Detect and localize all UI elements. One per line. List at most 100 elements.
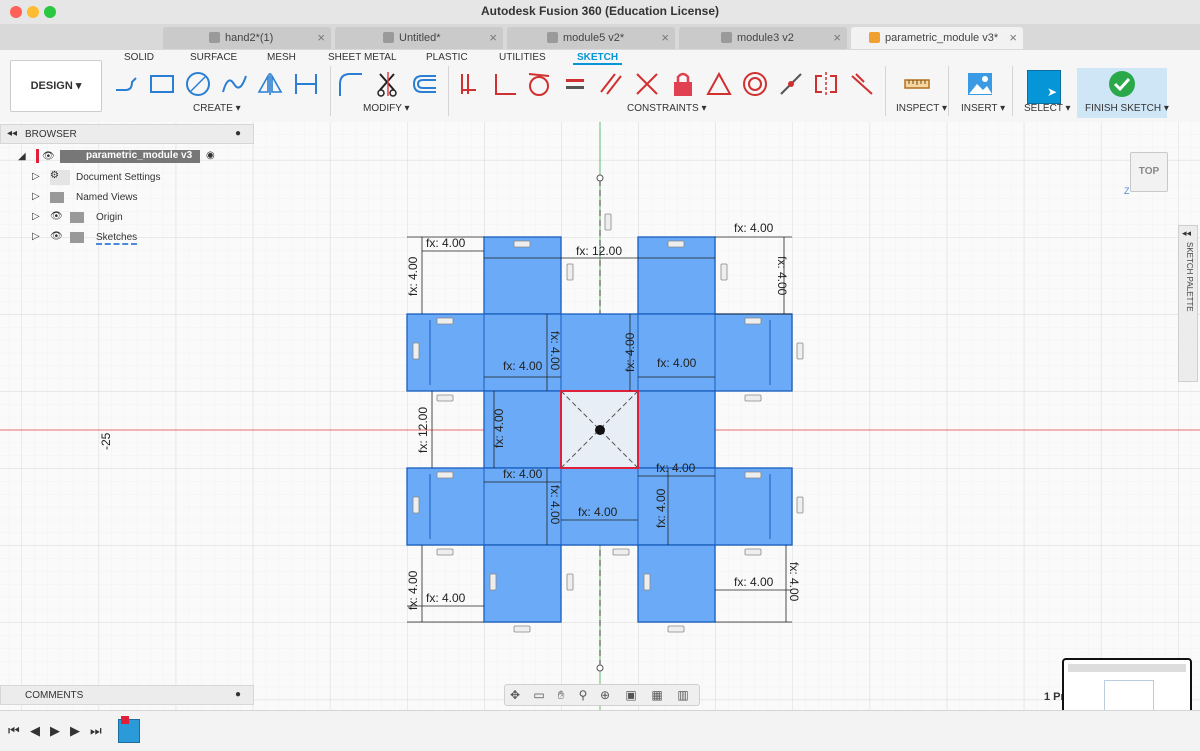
tab-module5[interactable]: module5 v2* × [507, 27, 675, 49]
select-menu[interactable]: SELECT ▾ [1024, 103, 1071, 114]
spline-tool-icon[interactable] [220, 70, 248, 98]
expand-arrow-icon[interactable]: ▷ [32, 231, 40, 242]
sketch-profile[interactable] [406, 313, 793, 392]
insert-menu[interactable]: INSERT ▾ [961, 103, 1005, 114]
circle-tool-icon[interactable] [184, 70, 212, 98]
ribbon-tab-utilities[interactable]: UTILITIES [499, 52, 546, 63]
ribbon-tab-mesh[interactable]: MESH [267, 52, 296, 63]
constraints-menu[interactable]: CONSTRAINTS ▾ [627, 103, 706, 114]
dimension-label[interactable]: fx: 4.00 [657, 356, 697, 370]
dimension-label[interactable]: fx: 4.00 [406, 256, 420, 296]
sketch-dimension-icon[interactable] [292, 70, 320, 98]
panel-options-icon[interactable]: ● [235, 128, 241, 139]
expand-arrow-icon[interactable]: ▷ [32, 211, 40, 222]
display-settings-icon[interactable]: ▣ [623, 687, 639, 703]
orbit-icon[interactable]: ✥ [507, 687, 523, 703]
expand-arrow-icon[interactable]: ▷ [32, 171, 40, 182]
browser-root-item[interactable]: ◢ 👁︎ parametric_module v3 ◉ [16, 149, 236, 167]
tab-parametric-module[interactable]: parametric_module v3* × [851, 27, 1023, 49]
grid-settings-icon[interactable]: ▦ [649, 687, 665, 703]
sketch-canvas[interactable]: fx: 4.00 fx: 4.00 fx: 12.00 fx: 4.00 fx:… [0, 122, 1200, 710]
dimension-label[interactable]: fx: 4.00 [548, 331, 562, 371]
measure-tool-icon[interactable] [903, 70, 931, 98]
dimension-label[interactable]: fx: 4.00 [492, 408, 506, 448]
ribbon-tab-solid[interactable]: SOLID [124, 52, 154, 63]
browser-header[interactable]: ◂◂ BROWSER ● [0, 124, 254, 144]
dimension-label[interactable]: fx: 4.00 [623, 332, 637, 372]
fit-window-icon[interactable]: ⊕ [597, 687, 613, 703]
dimension-label[interactable]: fx: 4.00 [406, 570, 420, 610]
step-forward-icon[interactable]: ▶ [70, 723, 80, 739]
expand-arrow-icon[interactable]: ◢ [18, 151, 26, 162]
parallel-constraint-icon[interactable] [597, 70, 625, 98]
visibility-eye-icon[interactable]: 👁︎ [50, 231, 63, 242]
dimension-label[interactable]: fx: 4.00 [426, 591, 466, 605]
visibility-eye-off-icon[interactable]: 👁︎ [50, 211, 63, 222]
dimension-label[interactable]: fx: 4.00 [775, 256, 789, 296]
view-cube[interactable]: TOP Z [1124, 150, 1168, 196]
activate-radio-icon[interactable]: ◉ [206, 150, 215, 161]
timeline-sketch-feature[interactable] [118, 716, 140, 743]
viewports-icon[interactable]: ▥ [675, 687, 691, 703]
go-to-end-icon[interactable]: ⏭ [90, 723, 102, 739]
collinear-constraint-icon[interactable] [777, 70, 805, 98]
tab-hand2[interactable]: hand2*(1) × [163, 27, 331, 49]
timeline-marker-icon[interactable] [121, 716, 129, 724]
visibility-eye-icon[interactable]: 👁︎ [42, 151, 55, 162]
dimension-label[interactable]: fx: 12.00 [416, 407, 430, 453]
trim-tool-icon[interactable] [374, 70, 402, 98]
equal-constraint-icon[interactable] [561, 70, 589, 98]
tab-untitled[interactable]: Untitled* × [335, 27, 503, 49]
sketch-profile[interactable] [637, 236, 716, 315]
dimension-label[interactable]: fx: 4.00 [654, 488, 668, 528]
dimension-label[interactable]: fx: 12.00 [576, 244, 622, 258]
close-tab-icon[interactable]: × [1009, 30, 1017, 45]
ribbon-tab-plastic[interactable]: PLASTIC [426, 52, 468, 63]
step-back-icon[interactable]: ◀ [30, 723, 40, 739]
fix-constraint-icon[interactable] [669, 70, 697, 98]
root-component-label[interactable]: parametric_module v3 [60, 150, 200, 163]
construction-endpoint[interactable] [596, 664, 604, 672]
expand-arrow-icon[interactable]: ▷ [32, 191, 40, 202]
perpendicular-constraint-icon[interactable] [633, 70, 661, 98]
tab-module3[interactable]: module3 v2 × [679, 27, 847, 49]
line-tool-icon[interactable] [112, 70, 140, 98]
ribbon-tab-surface[interactable]: SURFACE [190, 52, 237, 63]
design-canvas[interactable]: fx: 4.00 fx: 4.00 fx: 12.00 fx: 4.00 fx:… [0, 122, 1200, 710]
dimension-label[interactable]: fx: 4.00 [503, 359, 543, 373]
coincident-constraint-icon[interactable] [490, 70, 518, 98]
collapse-panel-icon[interactable]: ◂◂ [7, 128, 17, 139]
sketch-origin-point[interactable] [595, 425, 605, 435]
dimension-label[interactable]: fx: 4.00 [548, 485, 562, 525]
add-comment-icon[interactable]: ● [235, 689, 241, 700]
curvature-constraint-icon[interactable] [848, 70, 876, 98]
dimension-label[interactable]: fx: 4.00 [734, 221, 774, 235]
close-tab-icon[interactable]: × [489, 30, 497, 45]
dimension-label[interactable]: fx: 4.00 [578, 505, 618, 519]
rectangle-tool-icon[interactable] [148, 70, 176, 98]
insert-image-icon[interactable] [966, 70, 994, 98]
mirror-tool-icon[interactable] [256, 70, 284, 98]
close-tab-icon[interactable]: × [833, 30, 841, 45]
midpoint-constraint-icon[interactable] [705, 70, 733, 98]
sketch-palette-tab[interactable]: ◂◂ SKETCH PALETTE [1178, 225, 1198, 382]
comments-panel-header[interactable]: COMMENTS ● [0, 685, 254, 705]
symmetry-constraint-icon[interactable] [812, 70, 840, 98]
fillet-tool-icon[interactable] [336, 70, 364, 98]
construction-endpoint[interactable] [596, 174, 604, 182]
dimension-label[interactable]: fx: 4.00 [426, 236, 466, 250]
horizontal-vertical-constraint-icon[interactable] [454, 70, 482, 98]
go-to-start-icon[interactable]: ⏮ [8, 723, 20, 739]
expand-palette-icon[interactable]: ◂◂ [1182, 228, 1191, 239]
select-tool-button[interactable]: ➤ [1027, 70, 1061, 104]
ribbon-tab-sheet-metal[interactable]: SHEET METAL [328, 52, 397, 63]
offset-tool-icon[interactable] [410, 70, 438, 98]
create-menu[interactable]: CREATE ▾ [193, 103, 241, 114]
dimension-label[interactable]: fx: 4.00 [734, 575, 774, 589]
pan-hand-icon[interactable]: ✋︎ [553, 687, 569, 703]
ribbon-tab-sketch[interactable]: SKETCH [573, 52, 623, 65]
inspect-menu[interactable]: INSPECT ▾ [896, 103, 947, 114]
play-icon[interactable]: ▶ [50, 723, 60, 739]
dimension-label[interactable]: fx: 4.00 [787, 562, 801, 602]
dimension-label[interactable]: fx: 4.00 [503, 467, 543, 481]
